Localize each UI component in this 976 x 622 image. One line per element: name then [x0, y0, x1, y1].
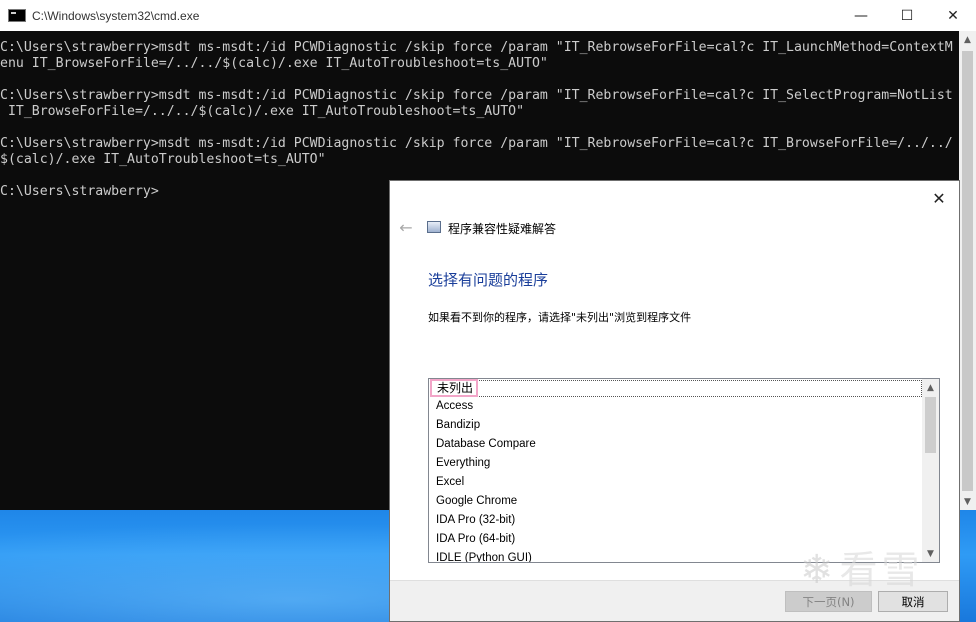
list-scroll-up-icon[interactable]: ▲ — [922, 379, 939, 396]
console-line: C:\Users\strawberry>msdt ms-msdt:/id PCW… — [0, 136, 953, 151]
dialog-app-title: 程序兼容性疑难解答 — [448, 222, 557, 236]
close-button[interactable]: ✕ — [930, 0, 976, 31]
list-item[interactable]: Everything — [429, 454, 923, 473]
dialog-heading: 选择有问题的程序 — [428, 271, 549, 289]
back-arrow-icon[interactable]: ← — [396, 217, 416, 237]
console-scrollbar[interactable]: ▲ ▼ — [959, 31, 976, 510]
listbox-scrollbar[interactable]: ▲ ▼ — [922, 379, 939, 562]
minimize-button[interactable]: — — [838, 0, 884, 31]
program-listbox[interactable]: 未列出 Access Bandizip Database Compare Everyth… — [428, 378, 940, 563]
list-item[interactable]: Access — [429, 397, 923, 416]
maximize-button[interactable]: ☐ — [884, 0, 930, 31]
list-item[interactable]: IDA Pro (32-bit) — [429, 511, 923, 530]
cmd-titlebar[interactable]: C:\Windows\system32\cmd.exe — ☐ ✕ — [0, 0, 976, 31]
cmd-app-icon — [8, 9, 26, 22]
scroll-up-arrow-icon[interactable]: ▲ — [959, 31, 976, 48]
console-line: enu IT_BrowseForFile=/../../$(calc)/.exe… — [0, 56, 548, 71]
dialog-close-icon[interactable]: ✕ — [927, 187, 951, 209]
list-item[interactable]: Bandizip — [429, 416, 923, 435]
window-controls: — ☐ ✕ — [838, 0, 976, 31]
troubleshooter-app-icon — [427, 221, 441, 233]
console-line: C:\Users\strawberry>msdt ms-msdt:/id PCW… — [0, 88, 953, 103]
scroll-down-arrow-icon[interactable]: ▼ — [959, 493, 976, 510]
console-scroll-thumb[interactable] — [962, 51, 973, 491]
list-item[interactable]: Excel — [429, 473, 923, 492]
dialog-description: 如果看不到你的程序，请选择"未列出"浏览到程序文件 — [428, 311, 692, 324]
cmd-window-title: C:\Windows\system32\cmd.exe — [32, 8, 200, 23]
console-line: C:\Users\strawberry>msdt ms-msdt:/id PCW… — [0, 40, 953, 55]
watermark: ❄ 看雪 — [800, 540, 970, 600]
list-scroll-thumb[interactable] — [925, 397, 936, 453]
program-list: 未列出 Access Bandizip Database Compare Everyth… — [429, 379, 923, 562]
list-item[interactable]: Database Compare — [429, 435, 923, 454]
list-item-not-listed[interactable]: 未列出 — [430, 380, 922, 397]
watermark-text: 看雪 — [839, 548, 924, 592]
snowflake-logo-icon: ❄ — [800, 547, 834, 593]
console-line: IT_BrowseForFile=/../../$(calc)/.exe IT_… — [0, 104, 525, 119]
console-line: $(calc)/.exe IT_AutoTroubleshoot=ts_AUTO… — [0, 152, 326, 167]
list-item[interactable]: Google Chrome — [429, 492, 923, 511]
